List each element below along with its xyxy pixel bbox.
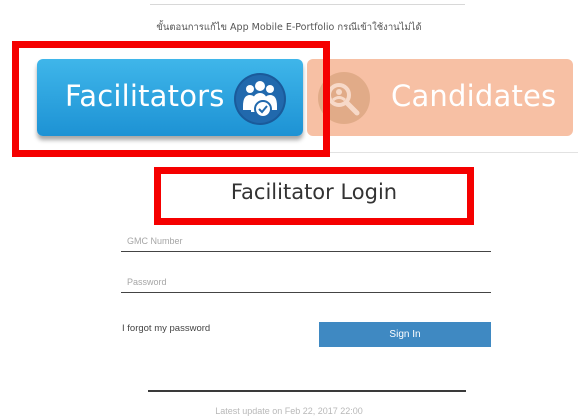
instruction-text: ขั้นตอนการแก้ไข App Mobile E-Portfolio ก… [156, 22, 422, 33]
candidates-tile[interactable]: Candidates [307, 59, 573, 136]
highlight-box-facilitators [12, 41, 330, 157]
forgot-password-link[interactable]: I forgot my password [122, 323, 210, 334]
highlight-box-login-title [154, 167, 474, 225]
sign-in-button[interactable]: Sign In [319, 322, 491, 347]
candidates-label: Candidates [391, 79, 557, 113]
bottom-divider [148, 390, 466, 392]
gmc-number-input[interactable] [121, 230, 491, 252]
password-input[interactable] [121, 271, 491, 293]
mid-divider [330, 152, 578, 153]
top-divider [150, 4, 465, 5]
